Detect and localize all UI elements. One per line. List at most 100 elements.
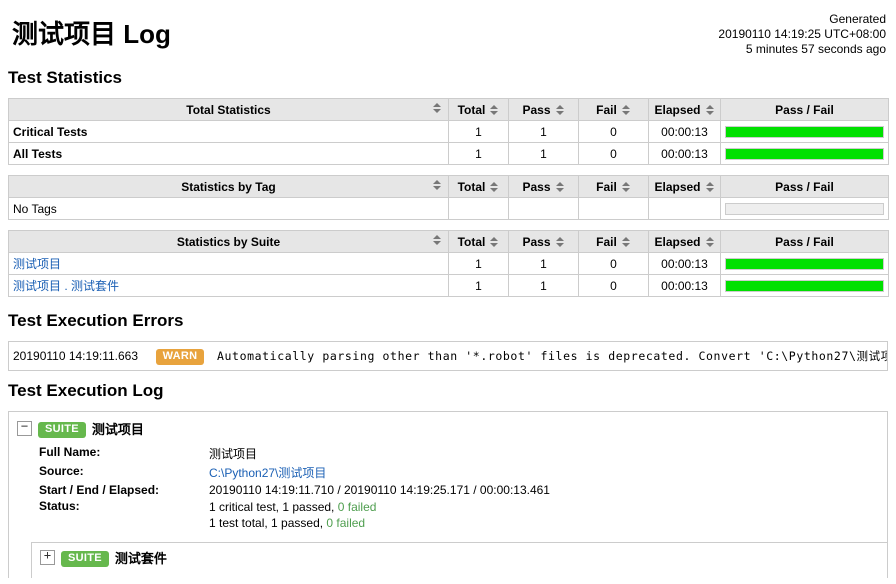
col-label: Pass / Fail (775, 234, 834, 249)
sort-icon[interactable] (433, 102, 442, 114)
metadata-row: Source: C:\Python27\测试项目 (39, 463, 550, 482)
sort-icon[interactable] (705, 181, 715, 193)
col-total[interactable]: Total (448, 98, 509, 121)
col-pass[interactable]: Pass (508, 230, 579, 253)
col-elapsed[interactable]: Elapsed (648, 98, 721, 121)
stat-elapsed (648, 197, 721, 220)
sort-icon[interactable] (555, 104, 565, 116)
table-row: No Tags (8, 197, 889, 220)
stat-bar-cell (720, 197, 889, 220)
sort-icon[interactable] (621, 181, 631, 193)
execution-errors-panel: 20190110 14:19:11.663 WARN Automatically… (0, 341, 896, 371)
sort-icon[interactable] (555, 236, 565, 248)
suite-statistics-table: Statistics by Suite Total Pass Fail Elap… (8, 230, 889, 297)
stat-name: No Tags (8, 197, 449, 220)
col-label: Total (457, 179, 486, 194)
stat-elapsed: 00:00:13 (648, 252, 721, 275)
child-suite-header[interactable]: + SUITE 测试套件 (40, 549, 887, 570)
full-name-value: 测试项目 (209, 446, 258, 461)
error-row: 20190110 14:19:11.663 WARN Automatically… (8, 341, 888, 371)
col-label: Pass (522, 234, 551, 249)
col-pass-fail: Pass / Fail (720, 175, 889, 198)
expand-toggle-icon[interactable]: + (40, 549, 55, 566)
col-pass[interactable]: Pass (508, 98, 579, 121)
col-label: Fail (596, 102, 617, 117)
sort-icon[interactable] (433, 234, 442, 246)
source-label: Source: (39, 463, 84, 478)
sort-icon[interactable] (555, 181, 565, 193)
col-total-statistics[interactable]: Total Statistics (8, 98, 449, 121)
toggle-glyph: − (20, 419, 29, 434)
suite-type-badge: SUITE (61, 550, 109, 567)
col-label: Total Statistics (186, 102, 271, 117)
table-header-row: Statistics by Suite Total Pass Fail Elap… (8, 230, 889, 253)
sort-icon[interactable] (621, 236, 631, 248)
status-line-total: 1 test total, 1 passed, 0 failed (209, 515, 550, 531)
collapse-toggle-icon[interactable]: − (17, 419, 32, 437)
table-row: 测试项目 1 1 0 00:00:13 (8, 252, 889, 275)
col-statistics-by-tag[interactable]: Statistics by Tag (8, 175, 449, 198)
col-pass[interactable]: Pass (508, 175, 579, 198)
pass-fail-bar (725, 279, 884, 292)
suite-type-badge: SUITE (38, 421, 86, 438)
source-value-cell: C:\Python27\测试项目 (209, 463, 550, 482)
stat-bar-cell (720, 142, 889, 165)
sort-icon[interactable] (490, 104, 499, 116)
sort-icon[interactable] (433, 179, 442, 191)
status-critical-failed: 0 failed (337, 499, 377, 514)
log-page: 测试项目 Log Generated 20190110 14:19:25 UTC… (0, 0, 896, 584)
col-elapsed[interactable]: Elapsed (648, 175, 721, 198)
col-fail[interactable]: Fail (578, 98, 649, 121)
times-label: Start / End / Elapsed: (39, 482, 160, 497)
col-label: Fail (596, 179, 617, 194)
col-label: Elapsed (654, 179, 701, 194)
col-fail[interactable]: Fail (578, 175, 649, 198)
col-statistics-by-suite[interactable]: Statistics by Suite (8, 230, 449, 253)
total-statistics-table: Total Statistics Total Pass Fail Elapsed… (8, 98, 889, 165)
stat-total: 1 (448, 252, 509, 275)
stat-name: 测试项目 (8, 252, 449, 275)
stat-bar-cell (720, 120, 889, 143)
col-elapsed[interactable]: Elapsed (648, 230, 721, 253)
root-suite-name: 测试项目 (91, 421, 144, 437)
stat-bar-cell (720, 252, 889, 275)
stat-total (448, 197, 509, 220)
sort-icon[interactable] (705, 236, 715, 248)
suite-stat-link[interactable]: 测试项目 . 测试套件 (13, 279, 119, 293)
col-total[interactable]: Total (448, 230, 509, 253)
stat-bar-cell (720, 274, 889, 297)
tag-statistics-body: No Tags (8, 197, 889, 220)
generated-label: Generated (829, 12, 886, 26)
stat-fail: 0 (578, 142, 649, 165)
stat-total: 1 (448, 274, 509, 297)
col-pass-fail: Pass / Fail (720, 230, 889, 253)
col-label: Elapsed (654, 102, 701, 117)
table-row: Critical Tests 1 1 0 00:00:13 (8, 120, 889, 143)
table-row: 测试项目 . 测试套件 1 1 0 00:00:13 (8, 274, 889, 297)
tag-statistics-table: Statistics by Tag Total Pass Fail Elapse… (8, 175, 889, 220)
metadata-row: Start / End / Elapsed: 20190110 14:19:11… (39, 482, 550, 498)
status-total-text: 1 test total, 1 passed, (209, 515, 327, 530)
root-suite-metadata: Full Name: 测试项目 Source: C:\Python27\测试项目… (39, 444, 550, 532)
suite-stat-link[interactable]: 测试项目 (13, 257, 61, 271)
col-pass-fail: Pass / Fail (720, 98, 889, 121)
sort-icon[interactable] (621, 104, 631, 116)
stat-elapsed: 00:00:13 (648, 274, 721, 297)
sort-icon[interactable] (490, 236, 499, 248)
root-suite-header[interactable]: − SUITE 测试项目 (9, 420, 887, 441)
stat-fail (578, 197, 649, 220)
col-total[interactable]: Total (448, 175, 509, 198)
col-label: Pass / Fail (775, 102, 834, 117)
sort-icon[interactable] (705, 104, 715, 116)
col-label: Pass / Fail (775, 179, 834, 194)
col-fail[interactable]: Fail (578, 230, 649, 253)
execution-log-panel: − SUITE 测试项目 Full Name: 测试项目 Source: C:\Py… (0, 411, 896, 578)
pass-fail-bar (725, 147, 884, 160)
table-header-row: Total Statistics Total Pass Fail Elapsed… (8, 98, 889, 121)
stat-pass: 1 (508, 274, 579, 297)
sort-icon[interactable] (490, 181, 499, 193)
stat-name: All Tests (8, 142, 449, 165)
child-suite-box: + SUITE 测试套件 (31, 541, 887, 578)
source-link[interactable]: C:\Python27\测试项目 (209, 466, 326, 480)
col-label: Total (457, 102, 486, 117)
